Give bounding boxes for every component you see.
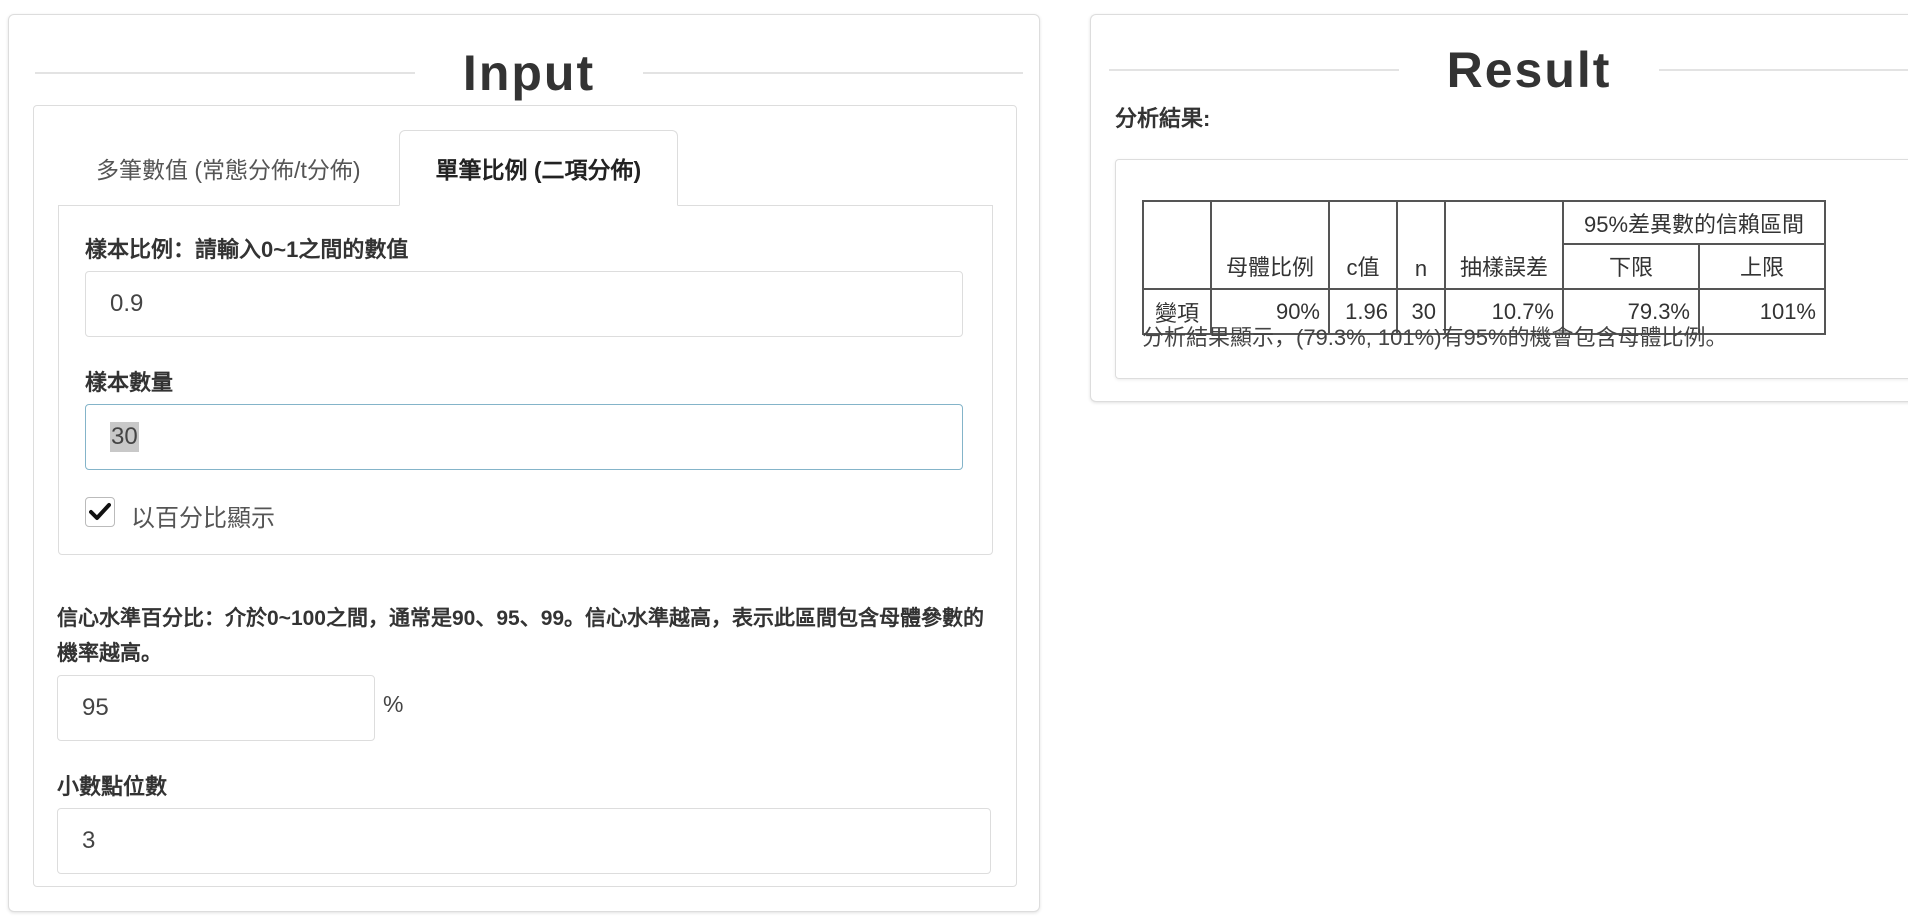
tab-content-single-proportion: 樣本比例：請輸入0~1之間的數值 樣本數量 30 以百分比顯示 <box>58 205 993 555</box>
result-panel: Result 分析結果: 母體比例 c值 n 抽樣誤差 95%差異數的信賴區間 … <box>1090 14 1908 402</box>
table-header-cell: c值 <box>1328 200 1398 290</box>
confidence-unit: % <box>383 691 404 717</box>
result-title-row: Result <box>1109 41 1908 99</box>
tab-multiple-values[interactable]: 多筆數值 (常態分佈/t分佈) <box>58 130 399 206</box>
table-header-row: 母體比例 c值 n 抽樣誤差 95%差異數的信賴區間 <box>1142 200 1826 290</box>
sample-ratio-input[interactable] <box>85 271 963 337</box>
input-panel: Input 多筆數值 (常態分佈/t分佈) 單筆比例 (二項分佈) 樣本比例：請… <box>8 14 1040 912</box>
title-divider-left <box>1109 69 1399 71</box>
title-divider-right <box>1659 69 1908 71</box>
table-header-cell <box>1142 200 1212 290</box>
result-summary: 分析結果顯示，(79.3%, 101%)有95%的機會包含母體比例。 <box>1142 325 1728 350</box>
confidence-help-text: 信心水準百分比：介於0~100之間，通常是90、95、99。信心水準越高，表示此… <box>57 607 985 665</box>
sample-size-label: 樣本數量 <box>85 370 174 395</box>
input-title-row: Input <box>35 43 1024 103</box>
table-header-cell: 抽樣誤差 <box>1444 200 1564 290</box>
input-title: Input <box>462 45 596 101</box>
input-form-box: 多筆數值 (常態分佈/t分佈) 單筆比例 (二項分佈) 樣本比例：請輸入0~1之… <box>33 105 1017 887</box>
result-box: 母體比例 c值 n 抽樣誤差 95%差異數的信賴區間 下限 上限 變項 90% … <box>1115 159 1908 379</box>
table-header-cell: 上限 <box>1698 243 1826 290</box>
title-divider-left <box>35 72 415 74</box>
tab-bar: 多筆數值 (常態分佈/t分佈) 單筆比例 (二項分佈) <box>58 130 679 206</box>
result-title: Result <box>1446 42 1612 98</box>
confidence-input[interactable] <box>57 675 375 741</box>
sample-size-input[interactable]: 30 <box>85 404 963 470</box>
decimals-label: 小數點位數 <box>57 774 168 799</box>
table-header-cell: 母體比例 <box>1210 200 1330 290</box>
result-heading: 分析結果: <box>1115 106 1211 131</box>
tab-single-proportion[interactable]: 單筆比例 (二項分佈) <box>398 130 679 206</box>
ci-header-cell: 95%差異數的信賴區間 <box>1562 200 1826 245</box>
sample-ratio-label: 樣本比例：請輸入0~1之間的數值 <box>85 237 409 262</box>
title-divider-right <box>643 72 1024 74</box>
result-table: 母體比例 c值 n 抽樣誤差 95%差異數的信賴區間 下限 上限 變項 90% … <box>1142 200 1826 335</box>
show-percent-checkbox[interactable] <box>85 497 115 527</box>
table-header-cell: 下限 <box>1562 243 1700 290</box>
decimals-input[interactable] <box>57 808 991 874</box>
table-header-cell: n <box>1396 200 1446 290</box>
checkmark-icon <box>89 503 111 520</box>
sample-size-selected-value: 30 <box>110 422 139 452</box>
show-percent-label: 以百分比顯示 <box>131 505 275 532</box>
